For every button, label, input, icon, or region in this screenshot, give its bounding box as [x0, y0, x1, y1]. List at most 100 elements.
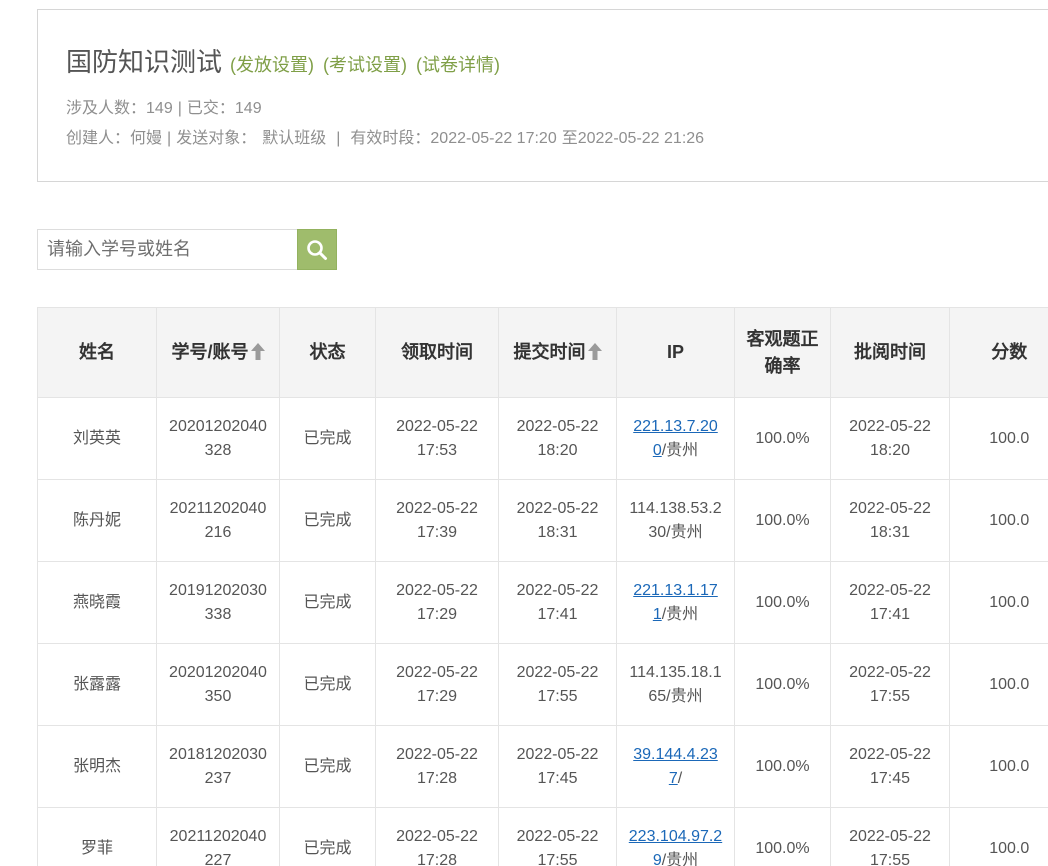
cell-ip: 221.13.1.171/贵州 — [616, 561, 735, 644]
cell-received-time: 2022-05-22 17:28 — [375, 725, 499, 808]
table-row: 罗菲 20211202040227 已完成 2022-05-22 17:28 2… — [37, 807, 1048, 866]
column-header-objective-accuracy: 客观题正确率 — [734, 307, 831, 398]
exam-title: 国防知识测试 — [66, 47, 223, 77]
cell-student-id: 20211202040227 — [156, 807, 280, 866]
cell-ip: 114.135.18.165/贵州 — [616, 643, 735, 726]
ip-location: /贵州 — [661, 441, 699, 459]
ip-link[interactable]: 39.144.4.237 — [633, 746, 718, 787]
creator-label: 创建人： — [66, 130, 131, 147]
paper-details-link[interactable]: (试卷详情) — [416, 55, 500, 75]
separator: | — [177, 100, 182, 117]
cell-name: 罗菲 — [37, 807, 157, 866]
cell-objective-accuracy: 100.0% — [734, 479, 831, 562]
target-value: 默认班级 — [262, 130, 327, 147]
cell-score: 100.0 — [949, 807, 1048, 866]
cell-student-id: 20211202040216 — [156, 479, 280, 562]
cell-received-time: 2022-05-22 17:29 — [375, 561, 499, 644]
distribute-settings-link[interactable]: (发放设置) — [230, 55, 314, 75]
cell-submitted-time: 2022-05-22 17:41 — [498, 561, 617, 644]
cell-status: 已完成 — [279, 643, 376, 726]
separator: | — [167, 130, 172, 147]
period-label: 有效时段： — [350, 130, 431, 147]
column-header-received-time: 领取时间 — [375, 307, 499, 398]
cell-score: 100.0 — [949, 561, 1048, 644]
submitted-label: 已交： — [186, 100, 235, 117]
search-input[interactable] — [37, 229, 297, 270]
arrow-up-icon[interactable] — [250, 343, 265, 360]
exam-info-panel: 国防知识测试 (发放设置) (考试设置) (试卷详情) 涉及人数：149 | 已交：149… — [37, 9, 1048, 182]
cell-score: 100.0 — [949, 397, 1048, 480]
table-row: 陈丹妮 20211202040216 已完成 2022-05-22 17:39 … — [37, 479, 1048, 562]
cell-received-time: 2022-05-22 17:53 — [375, 397, 499, 480]
table-row: 刘英英 20201202040328 已完成 2022-05-22 17:53 … — [37, 397, 1048, 480]
cell-student-id: 20201202040328 — [156, 397, 280, 480]
cell-name: 陈丹妮 — [37, 479, 157, 562]
cell-status: 已完成 — [279, 397, 376, 480]
column-header-status: 状态 — [279, 307, 376, 398]
column-header-student-id[interactable]: 学号/账号 — [156, 307, 280, 398]
cell-student-id: 20201202040350 — [156, 643, 280, 726]
cell-reviewed-time: 2022-05-22 18:31 — [830, 479, 950, 562]
arrow-up-icon[interactable] — [587, 343, 602, 360]
cell-ip: 39.144.4.237/ — [616, 725, 735, 808]
cell-reviewed-time: 2022-05-22 18:20 — [830, 397, 950, 480]
ip-location: /贵州 — [661, 851, 699, 866]
cell-score: 100.0 — [949, 725, 1048, 808]
column-header-score: 分数 — [949, 307, 1048, 398]
cell-score: 100.0 — [949, 479, 1048, 562]
table-row: 张露露 20201202040350 已完成 2022-05-22 17:29 … — [37, 643, 1048, 726]
column-header-submitted-time[interactable]: 提交时间 — [498, 307, 617, 398]
participation-summary: 涉及人数：149 | 已交：149 — [66, 99, 262, 119]
search-icon — [306, 239, 328, 261]
cell-submitted-time: 2022-05-22 17:45 — [498, 725, 617, 808]
cell-objective-accuracy: 100.0% — [734, 807, 831, 866]
participants-count: 149 — [146, 100, 173, 117]
results-table-container: 姓名 学号/账号 状态 领取时间 提交时间 IP 客观题正确率 批阅时间 分数 … — [37, 307, 1048, 866]
ip-location: /贵州 — [661, 605, 699, 623]
search-button[interactable] — [297, 229, 337, 270]
table-row: 张明杰 20181202030237 已完成 2022-05-22 17:28 … — [37, 725, 1048, 808]
column-header-label: 提交时间 — [513, 342, 586, 362]
cell-name: 张露露 — [37, 643, 157, 726]
ip-location: / — [677, 769, 683, 787]
cell-student-id: 20181202030237 — [156, 725, 280, 808]
creator-name: 何嫚 — [130, 130, 163, 147]
exam-details-line: 创建人：何嫚 | 发送对象： 默认班级 | 有效时段：2022-05-22 17:20 至2… — [66, 129, 704, 149]
cell-received-time: 2022-05-22 17:39 — [375, 479, 499, 562]
ip-location: /贵州 — [666, 687, 703, 705]
cell-score: 100.0 — [949, 643, 1048, 726]
period-to: 至 — [561, 130, 578, 147]
search-bar — [37, 229, 337, 270]
cell-name: 刘英英 — [37, 397, 157, 480]
table-row: 燕晓霞 20191202030338 已完成 2022-05-22 17:29 … — [37, 561, 1048, 644]
cell-status: 已完成 — [279, 561, 376, 644]
cell-status: 已完成 — [279, 807, 376, 866]
cell-submitted-time: 2022-05-22 18:20 — [498, 397, 617, 480]
cell-submitted-time: 2022-05-22 18:31 — [498, 479, 617, 562]
cell-reviewed-time: 2022-05-22 17:41 — [830, 561, 950, 644]
cell-ip: 114.138.53.230/贵州 — [616, 479, 735, 562]
cell-objective-accuracy: 100.0% — [734, 725, 831, 808]
target-label: 发送对象： — [176, 130, 257, 147]
cell-objective-accuracy: 100.0% — [734, 397, 831, 480]
separator: | — [336, 130, 341, 147]
cell-submitted-time: 2022-05-22 17:55 — [498, 643, 617, 726]
participants-label: 涉及人数： — [66, 100, 147, 117]
cell-reviewed-time: 2022-05-22 17:55 — [830, 807, 950, 866]
cell-ip: 221.13.7.200/贵州 — [616, 397, 735, 480]
title-row: 国防知识测试 (发放设置) (考试设置) (试卷详情) — [66, 46, 500, 83]
cell-status: 已完成 — [279, 725, 376, 808]
cell-ip: 223.104.97.29/贵州 — [616, 807, 735, 866]
cell-received-time: 2022-05-22 17:28 — [375, 807, 499, 866]
cell-name: 张明杰 — [37, 725, 157, 808]
cell-reviewed-time: 2022-05-22 17:55 — [830, 643, 950, 726]
exam-settings-link[interactable]: (考试设置) — [323, 55, 407, 75]
submitted-count: 149 — [234, 100, 262, 117]
results-table: 姓名 学号/账号 状态 领取时间 提交时间 IP 客观题正确率 批阅时间 分数 … — [37, 307, 1048, 866]
ip-location: /贵州 — [666, 523, 703, 541]
column-header-label: 学号/账号 — [171, 342, 249, 362]
cell-status: 已完成 — [279, 479, 376, 562]
cell-student-id: 20191202030338 — [156, 561, 280, 644]
cell-objective-accuracy: 100.0% — [734, 643, 831, 726]
cell-name: 燕晓霞 — [37, 561, 157, 644]
